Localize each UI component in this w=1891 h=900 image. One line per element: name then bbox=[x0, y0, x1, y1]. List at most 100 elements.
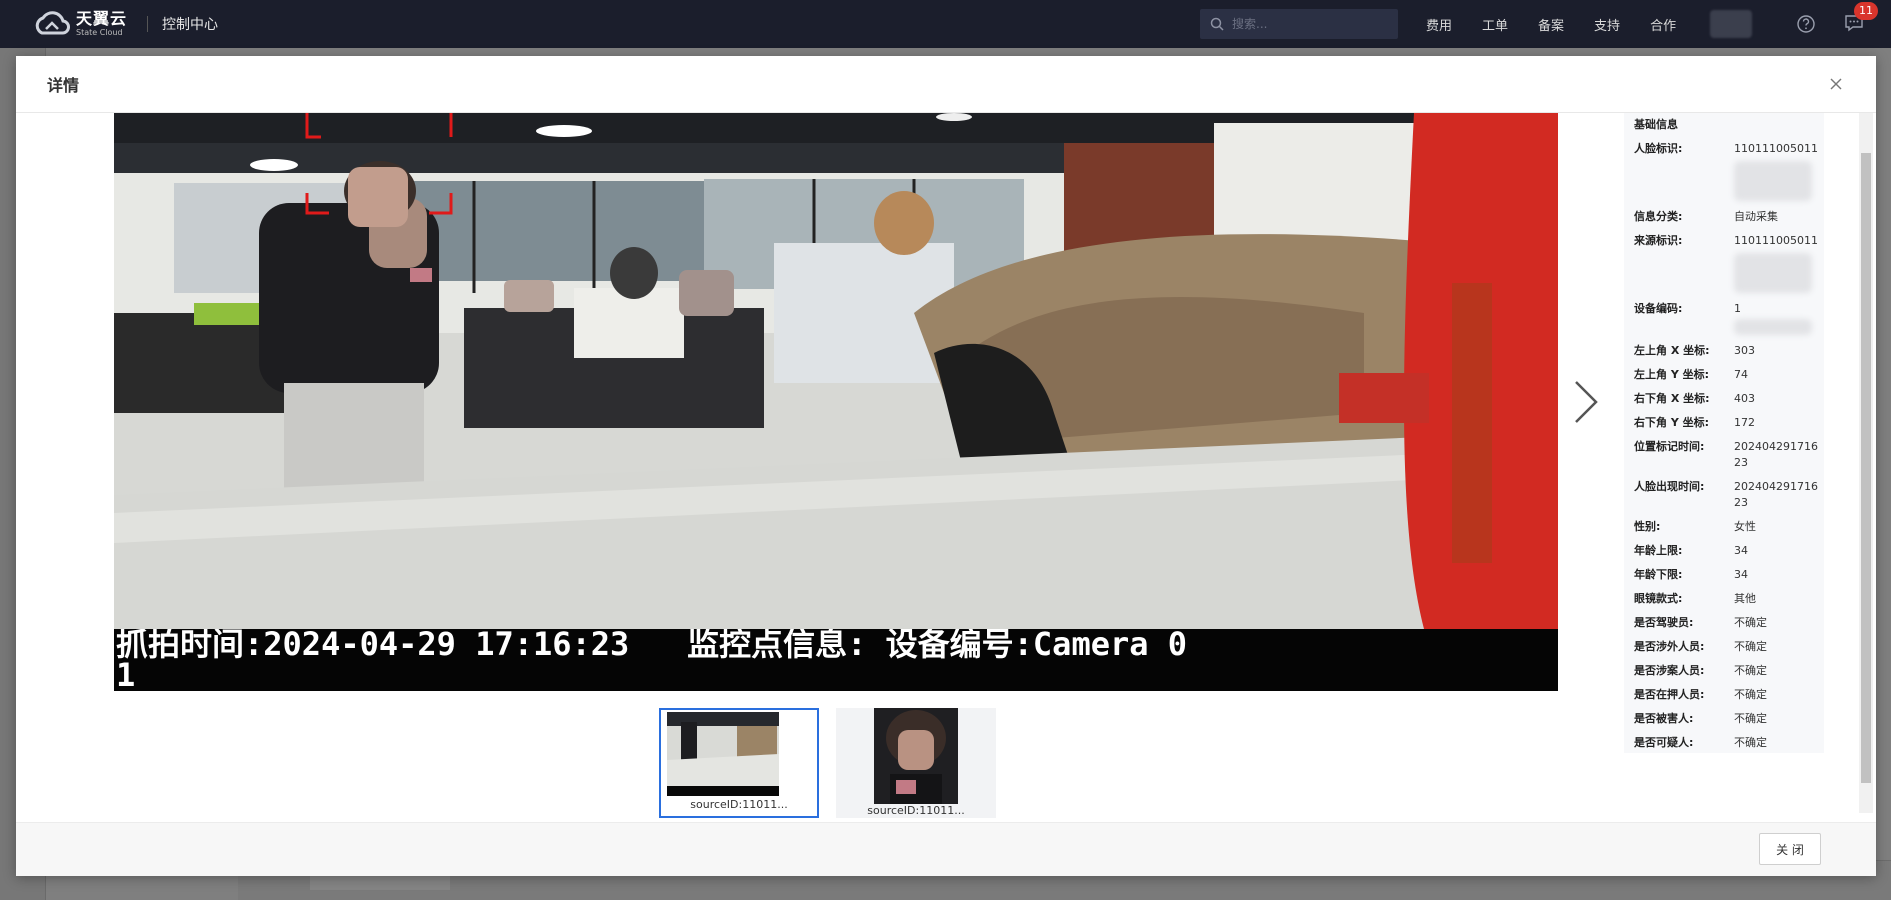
info-value: 34 bbox=[1734, 568, 1748, 581]
info-value: 172 bbox=[1734, 416, 1755, 429]
nav-link-partner[interactable]: 合作 bbox=[1650, 15, 1676, 34]
info-label: 左上角 Y 坐标: bbox=[1634, 368, 1710, 381]
info-value: 不确定 bbox=[1734, 616, 1767, 629]
info-value: 女性 bbox=[1734, 520, 1756, 533]
nav-link-billing[interactable]: 费用 bbox=[1426, 15, 1452, 34]
modal-scrollbar[interactable] bbox=[1859, 113, 1873, 813]
info-value: 不确定 bbox=[1734, 640, 1767, 653]
info-value: 自动采集 bbox=[1734, 210, 1778, 223]
info-row: 是否涉外人员: 不确定 bbox=[1634, 639, 1824, 655]
scrollbar-thumb[interactable] bbox=[1861, 153, 1871, 783]
nav-link-tickets[interactable]: 工单 bbox=[1482, 15, 1508, 34]
avatar[interactable] bbox=[1710, 10, 1752, 38]
info-label: 性别: bbox=[1634, 520, 1661, 533]
scene-thumbnail-image bbox=[667, 712, 779, 796]
logo-name: 天翼云 bbox=[76, 9, 128, 28]
logo-subtitle: State Cloud bbox=[76, 28, 123, 37]
info-row: 是否被害人: 不确定 bbox=[1634, 711, 1824, 727]
info-label: 右下角 Y 坐标: bbox=[1634, 416, 1710, 429]
info-value: 1 bbox=[1734, 302, 1741, 315]
thumbnail-caption: sourceID:11011... bbox=[867, 804, 965, 817]
info-value: 不确定 bbox=[1734, 688, 1767, 701]
modal-footer: 关 闭 bbox=[16, 822, 1876, 876]
osd-line-2: 1 bbox=[116, 656, 136, 691]
close-button[interactable]: 关 闭 bbox=[1759, 833, 1821, 865]
info-value: 不确定 bbox=[1734, 664, 1767, 677]
info-label: 来源标识: bbox=[1634, 234, 1683, 247]
logo[interactable]: 天翼云 State Cloud bbox=[32, 11, 127, 37]
info-row: 是否驾驶员: 不确定 bbox=[1634, 615, 1824, 631]
info-value: 110111005011 bbox=[1734, 234, 1818, 247]
console-title[interactable]: 控制中心 bbox=[162, 14, 218, 34]
info-label: 人脸出现时间: bbox=[1634, 480, 1705, 493]
info-row: 性别: 女性 bbox=[1634, 519, 1824, 535]
detail-modal: 详情 抓拍时间:2024-04-29 17:16:23 监控点信息: 设备编号:… bbox=[16, 56, 1876, 876]
info-label: 设备编码: bbox=[1634, 302, 1683, 315]
info-label: 是否涉外人员: bbox=[1634, 640, 1705, 653]
global-search bbox=[1200, 9, 1398, 39]
info-row: 来源标识: 110111005011 bbox=[1634, 233, 1824, 293]
osd-line-1: 抓拍时间:2024-04-29 17:16:23 监控点信息: 设备编号:Cam… bbox=[116, 629, 1188, 663]
close-icon[interactable] bbox=[1826, 74, 1846, 94]
info-value: 303 bbox=[1734, 344, 1755, 357]
info-row: 是否可疑人: 不确定 bbox=[1634, 735, 1824, 751]
info-label: 是否可疑人: bbox=[1634, 736, 1694, 749]
info-row: 是否在押人员: 不确定 bbox=[1634, 687, 1824, 703]
info-row: 是否涉案人员: 不确定 bbox=[1634, 663, 1824, 679]
redaction-mask bbox=[1734, 253, 1812, 293]
search-icon bbox=[1210, 17, 1224, 31]
info-label: 左上角 X 坐标: bbox=[1634, 344, 1710, 357]
thumbnail-face[interactable]: sourceID:11011... bbox=[836, 708, 996, 818]
info-row: 右下角 Y 坐标: 172 bbox=[1634, 415, 1824, 431]
info-value: 74 bbox=[1734, 368, 1748, 381]
modal-title: 详情 bbox=[47, 76, 80, 95]
redaction-mask bbox=[1734, 161, 1812, 201]
info-row: 人脸标识: 110111005011 bbox=[1634, 141, 1824, 201]
info-row: 右下角 X 坐标: 403 bbox=[1634, 391, 1824, 407]
top-links: 费用 工单 备案 支持 合作 bbox=[1426, 0, 1706, 48]
redaction-mask bbox=[1734, 319, 1812, 335]
info-label: 眼镜款式: bbox=[1634, 592, 1683, 605]
info-value: 34 bbox=[1734, 544, 1748, 557]
info-row: 眼镜款式: 其他 bbox=[1634, 591, 1824, 607]
help-icon[interactable] bbox=[1796, 14, 1816, 34]
info-value: 20240429171623 bbox=[1734, 440, 1818, 469]
info-row: 信息分类: 自动采集 bbox=[1634, 209, 1824, 225]
info-row: 人脸出现时间: 20240429171623 bbox=[1634, 479, 1824, 511]
info-value: 110111005011 bbox=[1734, 142, 1818, 155]
info-value: 20240429171623 bbox=[1734, 480, 1818, 509]
section-title: 基础信息 bbox=[1634, 118, 1678, 131]
capture-scene bbox=[114, 113, 1558, 629]
info-value: 403 bbox=[1734, 392, 1755, 405]
chevron-right-icon[interactable] bbox=[1572, 379, 1600, 425]
info-value: 不确定 bbox=[1734, 736, 1767, 749]
info-label: 是否被害人: bbox=[1634, 712, 1694, 725]
thumbnail-caption: sourceID:11011... bbox=[690, 798, 788, 811]
info-row: 年龄上限: 34 bbox=[1634, 543, 1824, 559]
info-label: 年龄下限: bbox=[1634, 568, 1683, 581]
modal-header: 详情 bbox=[16, 56, 1876, 113]
capture-timestamp-overlay: 抓拍时间:2024-04-29 17:16:23 监控点信息: 设备编号:Cam… bbox=[114, 629, 1558, 691]
info-label: 右下角 X 坐标: bbox=[1634, 392, 1710, 405]
modal-body: 抓拍时间:2024-04-29 17:16:23 监控点信息: 设备编号:Cam… bbox=[16, 113, 1876, 818]
nav-link-filing[interactable]: 备案 bbox=[1538, 15, 1564, 34]
search-input[interactable] bbox=[1232, 17, 1392, 31]
info-row: 左上角 Y 坐标: 74 bbox=[1634, 367, 1824, 383]
info-label: 人脸标识: bbox=[1634, 142, 1683, 155]
info-label: 是否在押人员: bbox=[1634, 688, 1705, 701]
info-value: 其他 bbox=[1734, 592, 1756, 605]
info-label: 位置标记时间: bbox=[1634, 440, 1705, 453]
thumbnail-scene[interactable]: sourceID:11011... bbox=[659, 708, 819, 818]
info-row: 位置标记时间: 20240429171623 bbox=[1634, 439, 1824, 471]
divider bbox=[147, 16, 149, 32]
info-label: 是否驾驶员: bbox=[1634, 616, 1694, 629]
cloud-logo-icon bbox=[35, 11, 70, 35]
nav-link-support[interactable]: 支持 bbox=[1594, 15, 1620, 34]
info-row: 年龄下限: 34 bbox=[1634, 567, 1824, 583]
info-value: 不确定 bbox=[1734, 712, 1767, 725]
capture-image: 抓拍时间:2024-04-29 17:16:23 监控点信息: 设备编号:Cam… bbox=[114, 113, 1558, 691]
top-navbar: 天翼云 State Cloud 控制中心 费用 工单 备案 支持 合作 11 bbox=[0, 0, 1891, 48]
face-thumbnail-image bbox=[874, 708, 958, 804]
info-row: 设备编码: 1 bbox=[1634, 301, 1824, 335]
info-label: 年龄上限: bbox=[1634, 544, 1683, 557]
